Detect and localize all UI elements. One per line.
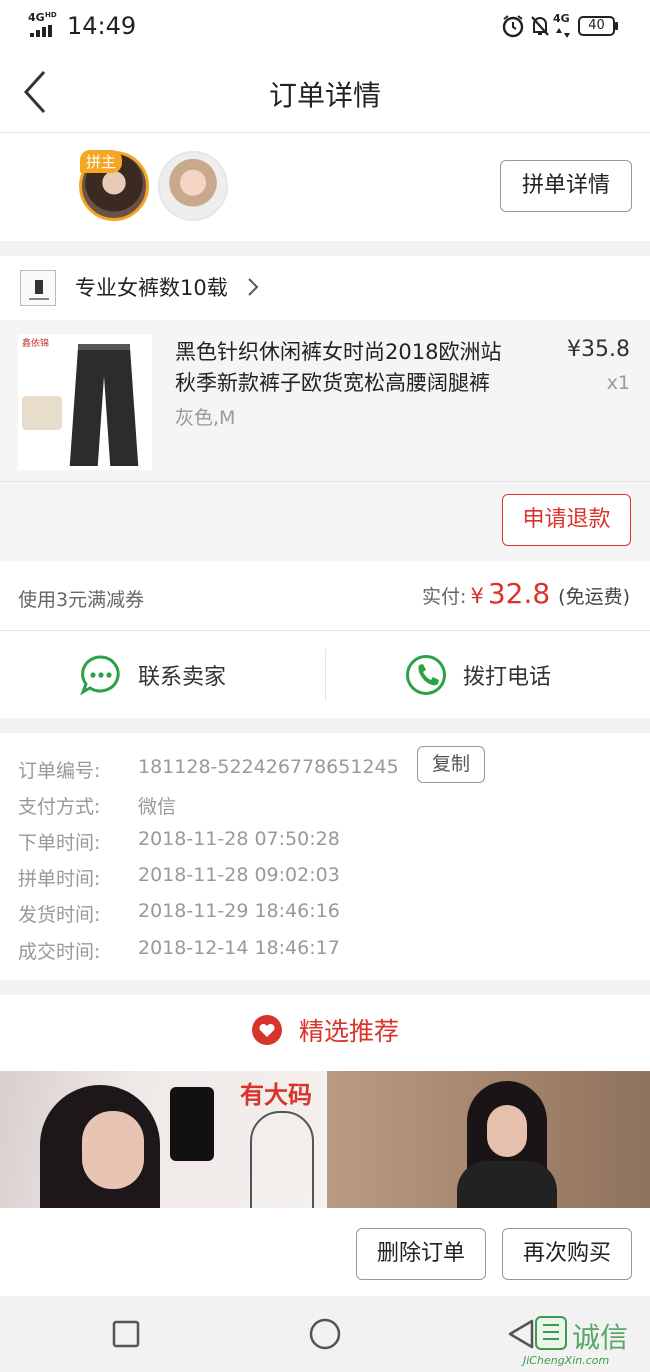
- payment-method-row: 支付方式: 微信: [18, 792, 176, 819]
- chat-bubble-icon: [80, 655, 120, 696]
- network-sup-label: HD: [45, 11, 57, 19]
- paid-amount: 32.8: [487, 577, 551, 610]
- shop-row[interactable]: 专业女裤数10载: [0, 256, 650, 320]
- order-info-section: 订单编号: 181128-522426778651245 复制 支付方式: 微信…: [0, 733, 650, 980]
- phone-icon: [406, 655, 446, 695]
- order-number-value: 181128-522426778651245: [138, 756, 399, 778]
- action-bar: 删除订单 再次购买: [0, 1208, 650, 1296]
- shop-logo: [20, 270, 56, 306]
- call-phone-button[interactable]: 拨打电话: [405, 654, 551, 696]
- shop-name: 专业女裤数10载: [75, 276, 228, 300]
- page-title: 订单详情: [268, 79, 381, 112]
- status-bar: 4G HD 14:49 4G 40: [0, 0, 650, 52]
- group-time-value: 2018-11-28 09:02:03: [138, 864, 340, 886]
- deal-time-label: 成交时间:: [18, 941, 101, 963]
- payment-method-label: 支付方式:: [18, 796, 101, 818]
- product-qty: x1: [606, 372, 630, 394]
- back-triangle-icon[interactable]: [506, 1318, 536, 1350]
- big-size-tag: 有大码: [240, 1081, 312, 1109]
- ship-time-label: 发货时间:: [18, 904, 101, 926]
- group-time-row: 拼单时间: 2018-11-28 09:02:03: [18, 864, 340, 891]
- copy-button[interactable]: 复制: [417, 746, 485, 783]
- order-time-label: 下单时间:: [18, 832, 101, 854]
- recommend-card-1[interactable]: 有大码: [0, 1071, 323, 1208]
- product-title-line1: 黑色针织休闲裤女时尚2018欧洲站: [175, 340, 502, 364]
- paid-total: 实付: ¥ 32.8 (免运费): [422, 577, 630, 610]
- recommend-card-2[interactable]: [327, 1071, 650, 1208]
- paid-label: 实付:: [422, 586, 467, 608]
- delete-order-button[interactable]: 删除订单: [356, 1228, 486, 1280]
- home-circle-icon[interactable]: [308, 1317, 342, 1351]
- deal-time-value: 2018-12-14 18:46:17: [138, 937, 340, 959]
- recents-square-icon[interactable]: [112, 1320, 140, 1348]
- leader-badge: 拼主: [80, 150, 123, 173]
- network-indicator: 4G HD: [28, 11, 62, 37]
- thumbnail-brand: 鑫依锦: [22, 339, 50, 349]
- alarm-icon: [502, 15, 524, 38]
- watermark-text: 诚信: [572, 1321, 629, 1354]
- group-section: 拼主 拼单详情: [0, 133, 650, 241]
- product-price: ¥35.8: [567, 337, 630, 362]
- contact-row: 联系卖家 拨打电话: [0, 631, 650, 718]
- signal-icon: [30, 25, 52, 37]
- rebuy-button[interactable]: 再次购买: [502, 1228, 632, 1280]
- order-number-label: 订单编号:: [18, 760, 101, 782]
- clock: 14:49: [67, 12, 137, 40]
- system-nav-bar: 诚信 JiChengXin.com: [0, 1296, 650, 1372]
- call-phone-label: 拨打电话: [463, 665, 552, 690]
- group-details-button[interactable]: 拼单详情: [500, 160, 632, 212]
- watermark-logo: [535, 1316, 567, 1350]
- member-avatar[interactable]: [158, 151, 228, 221]
- battery-icon: 40: [578, 16, 618, 36]
- product-title-line2: 秋季新款裤子欧货宽松高腰阔腿裤: [175, 371, 490, 395]
- summary-row: 使用3元满减券 实付: ¥ 32.8 (免运费): [0, 561, 650, 630]
- network-label: 4G: [28, 11, 45, 24]
- coupon-text: 使用3元满减券: [18, 589, 145, 611]
- mute-icon: [531, 16, 549, 36]
- deal-time-row: 成交时间: 2018-12-14 18:46:17: [18, 937, 340, 964]
- product-card[interactable]: 鑫依锦 黑色针织休闲裤女时尚2018欧洲站 秋季新款裤子欧货宽松高腰阔腿裤 灰色…: [0, 321, 650, 481]
- product-spec: 灰色,M: [175, 407, 236, 429]
- header-bar: 订单详情: [0, 52, 650, 132]
- group-time-label: 拼单时间:: [18, 868, 101, 890]
- watermark-url: JiChengXin.com: [523, 1354, 610, 1367]
- contact-divider: [325, 649, 326, 701]
- refund-row: 申请退款: [0, 482, 650, 561]
- shipping-note: (免运费): [558, 586, 630, 608]
- battery-level: 40: [588, 18, 605, 33]
- paid-currency: ¥: [470, 584, 484, 608]
- order-time-value: 2018-11-28 07:50:28: [138, 828, 340, 850]
- chevron-right-icon: [248, 278, 259, 296]
- payment-method-value: 微信: [138, 796, 177, 818]
- recommend-title-wrap: 精选推荐: [0, 1012, 650, 1048]
- data-label: 4G: [553, 12, 570, 25]
- heart-icon: [251, 1015, 282, 1045]
- order-time-row: 下单时间: 2018-11-28 07:50:28: [18, 828, 340, 855]
- data-indicator: 4G: [553, 12, 575, 40]
- product-title: 黑色针织休闲裤女时尚2018欧洲站 秋季新款裤子欧货宽松高腰阔腿裤: [175, 337, 545, 399]
- refund-button[interactable]: 申请退款: [502, 494, 631, 546]
- contact-seller-label: 联系卖家: [138, 665, 227, 690]
- ship-time-value: 2018-11-29 18:46:16: [138, 900, 340, 922]
- data-arrows-icon: [556, 28, 570, 38]
- recommend-title: 精选推荐: [298, 1017, 399, 1046]
- order-number-row: 订单编号: 181128-522426778651245: [18, 756, 399, 783]
- recommend-header: 精选推荐: [0, 995, 650, 1071]
- ship-time-row: 发货时间: 2018-11-29 18:46:16: [18, 900, 340, 927]
- product-thumbnail: 鑫依锦: [18, 334, 152, 470]
- contact-seller-button[interactable]: 联系卖家: [80, 654, 226, 696]
